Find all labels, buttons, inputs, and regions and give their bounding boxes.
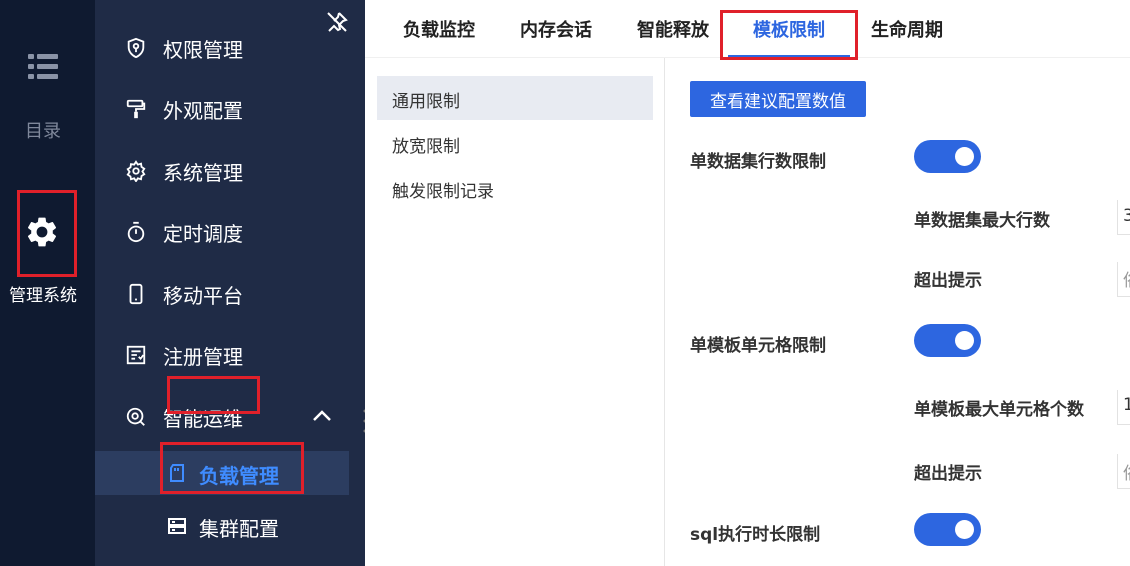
- dataset-rows-limit-toggle[interactable]: [914, 140, 981, 173]
- submenu-item-trigger-records[interactable]: 触发限制记录: [377, 166, 653, 210]
- submenu-item-label: 通用限制: [392, 92, 460, 112]
- sql-duration-limit-label: sql执行时长限制: [690, 525, 821, 545]
- stopwatch-icon: [127, 221, 145, 243]
- cell-max-field-bottom: [1117, 424, 1130, 425]
- dataset-max-rows-field-edge: [1117, 200, 1118, 234]
- submenu-item-relax-limit[interactable]: 放宽限制: [377, 121, 653, 165]
- highlight-box-smart-ops: [167, 376, 260, 414]
- sidebar-item-label: 外观配置: [163, 98, 243, 123]
- dataset-max-rows-input[interactable]: 3: [1123, 206, 1130, 226]
- shield-key-icon: [127, 37, 145, 59]
- admin-system-label[interactable]: 管理系统: [0, 281, 86, 306]
- highlight-box-template-limit-tab: [720, 10, 858, 60]
- sidebar-item-appearance[interactable]: 外观配置: [95, 87, 365, 131]
- list-menu-icon[interactable]: [28, 54, 58, 80]
- dataset-rows-limit-label: 单数据集行数限制: [690, 152, 826, 172]
- cell-max-label: 单模板最大单元格个数: [914, 400, 1084, 420]
- cell-max-input[interactable]: 1: [1123, 395, 1130, 415]
- sidebar-subitem-label: 集群配置: [199, 517, 279, 541]
- sidebar-item-label: 注册管理: [163, 344, 243, 369]
- highlight-box-load-management: [160, 442, 304, 494]
- submenu-item-general-limit[interactable]: 通用限制: [377, 76, 653, 120]
- dataset-exceed-tip-field-edge: [1117, 262, 1118, 296]
- sidebar-item-scheduling[interactable]: 定时调度: [95, 210, 365, 254]
- tab-load-monitor[interactable]: 负载监控: [403, 16, 475, 42]
- sidebar-item-label: 权限管理: [163, 37, 243, 62]
- tab-smart-release[interactable]: 智能释放: [637, 16, 709, 42]
- sidebar-item-label: 定时调度: [163, 221, 243, 246]
- mobile-icon: [129, 283, 143, 305]
- sidebar-item-registration[interactable]: 注册管理: [95, 333, 365, 377]
- tab-memory-session[interactable]: 内存会话: [520, 16, 592, 42]
- dataset-max-rows-label: 单数据集最大行数: [914, 211, 1050, 231]
- cell-max-field-edge: [1117, 390, 1118, 424]
- dataset-max-rows-field-bottom: [1117, 234, 1130, 235]
- chevron-up-icon[interactable]: [312, 409, 332, 423]
- cell-limit-toggle[interactable]: [914, 324, 981, 357]
- server-icon: [168, 518, 186, 534]
- dataset-exceed-tip-label: 超出提示: [914, 271, 982, 291]
- pin-icon[interactable]: [325, 10, 349, 34]
- tab-lifecycle[interactable]: 生命周期: [871, 16, 943, 42]
- icon-rail: 目录 管理系统: [0, 0, 95, 566]
- ops-icon: [126, 407, 145, 426]
- limit-submenu: 通用限制 放宽限制 触发限制记录: [365, 58, 665, 566]
- cell-exceed-tip-field-bottom: [1117, 488, 1130, 489]
- sidebar-item-label: 系统管理: [163, 160, 243, 185]
- view-suggested-config-button[interactable]: 查看建议配置数值: [690, 81, 866, 117]
- cell-limit-label: 单模板单元格限制: [690, 336, 826, 356]
- register-icon: [126, 345, 146, 365]
- sidebar-item-mobile[interactable]: 移动平台: [95, 272, 365, 316]
- dataset-exceed-tip-field-bottom: [1117, 296, 1130, 297]
- sidebar-item-label: 移动平台: [163, 283, 243, 308]
- catalog-label[interactable]: 目录: [0, 117, 86, 143]
- submenu-item-label: 放宽限制: [392, 137, 460, 157]
- highlight-box-admin: [17, 190, 77, 277]
- cell-exceed-tip-label: 超出提示: [914, 464, 982, 484]
- sql-duration-limit-toggle[interactable]: [914, 513, 981, 546]
- cell-exceed-tip-input[interactable]: 俗: [1123, 459, 1130, 484]
- submenu-item-label: 触发限制记录: [392, 182, 494, 202]
- paint-roller-icon: [126, 99, 146, 119]
- sidebar-subitem-cluster-config[interactable]: 集群配置: [95, 504, 349, 548]
- sidebar-item-system[interactable]: 系统管理: [95, 149, 365, 193]
- cell-exceed-tip-field-edge: [1117, 454, 1118, 488]
- dataset-exceed-tip-input[interactable]: 俗: [1123, 266, 1130, 291]
- gear-icon: [126, 160, 146, 182]
